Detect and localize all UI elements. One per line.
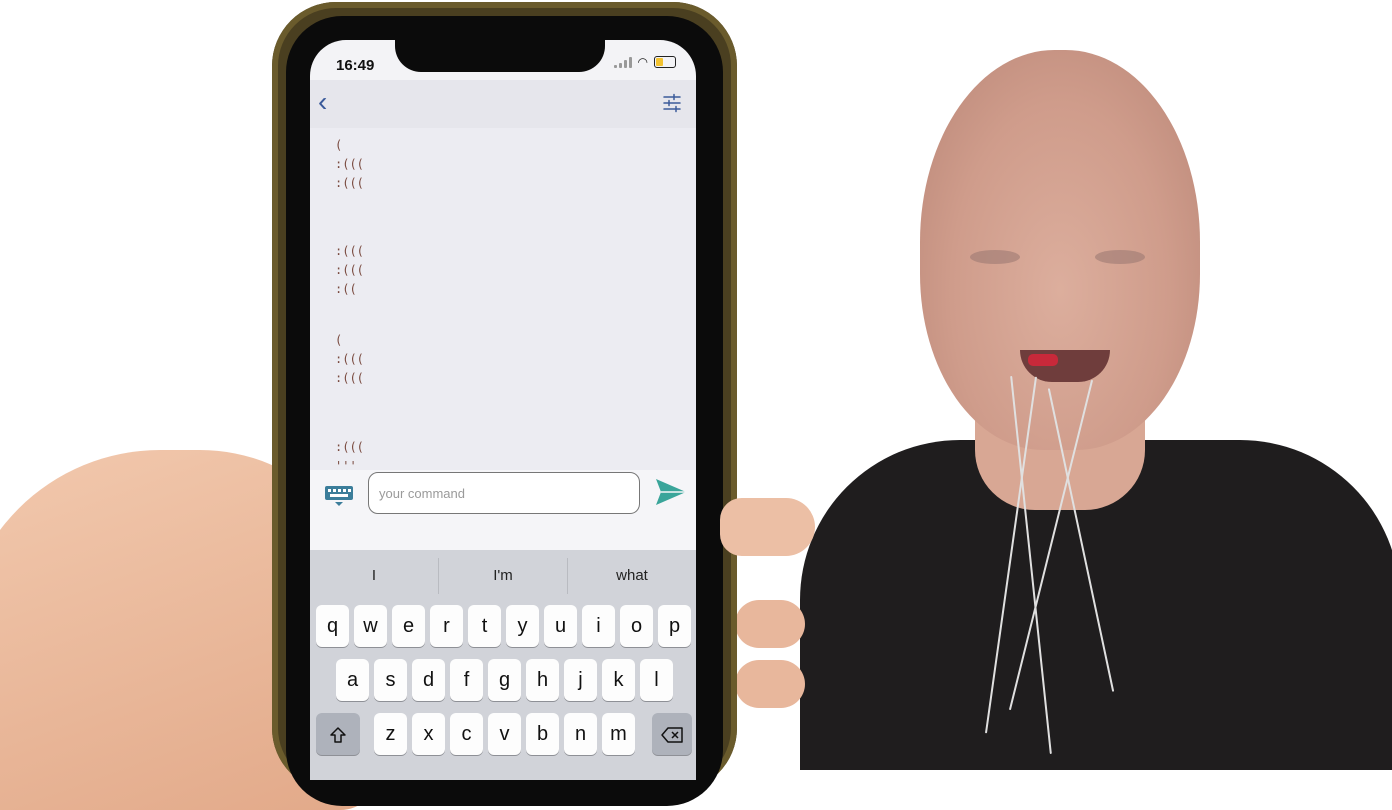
key[interactable]: d: [412, 659, 445, 701]
send-icon[interactable]: [655, 478, 687, 506]
person-eye: [970, 250, 1020, 264]
keyboard-toggle-icon[interactable]: [324, 485, 354, 507]
key[interactable]: s: [374, 659, 407, 701]
key[interactable]: h: [526, 659, 559, 701]
key[interactable]: z: [374, 713, 407, 755]
keyboard: I I'm what q w e r t y u i o p a s d f g…: [310, 550, 696, 780]
key[interactable]: a: [336, 659, 369, 701]
settings-sliders-icon[interactable]: [662, 93, 682, 113]
backspace-key[interactable]: [652, 713, 692, 755]
key[interactable]: g: [488, 659, 521, 701]
thumb: [720, 498, 815, 556]
key[interactable]: u: [544, 605, 577, 647]
key[interactable]: i: [582, 605, 615, 647]
key[interactable]: l: [640, 659, 673, 701]
key[interactable]: v: [488, 713, 521, 755]
key[interactable]: x: [412, 713, 445, 755]
key[interactable]: o: [620, 605, 653, 647]
message: ( :((( :(((: [335, 333, 364, 385]
key[interactable]: b: [526, 713, 559, 755]
phone-screen: 16:49 ◠ ‹ ( :((( :((( :((( :((( :(( ( :(…: [310, 40, 696, 780]
status-icons: ◠: [613, 55, 676, 69]
key[interactable]: j: [564, 659, 597, 701]
key[interactable]: q: [316, 605, 349, 647]
finger: [735, 600, 805, 648]
key[interactable]: p: [658, 605, 691, 647]
key[interactable]: c: [450, 713, 483, 755]
wifi-icon: ◠: [637, 55, 648, 69]
message: ( :((( :(((: [335, 138, 364, 190]
key[interactable]: y: [506, 605, 539, 647]
person-mouth: [1020, 350, 1110, 382]
key[interactable]: f: [450, 659, 483, 701]
nav-bar: ‹: [310, 80, 696, 128]
composer: [310, 470, 696, 550]
suggestion-item[interactable]: what: [568, 558, 696, 594]
person-head: [920, 50, 1200, 450]
suggestion-bar: I I'm what: [310, 558, 696, 594]
signal-icon: [613, 56, 632, 68]
key[interactable]: e: [392, 605, 425, 647]
message-list: ( :((( :((( :((( :((( :(( ( :((( :((( :(…: [310, 128, 696, 473]
status-time: 16:49: [336, 57, 375, 74]
finger: [735, 660, 805, 708]
suggestion-item[interactable]: I'm: [439, 558, 568, 594]
person-eye: [1095, 250, 1145, 264]
battery-icon: [654, 56, 676, 68]
key[interactable]: r: [430, 605, 463, 647]
key[interactable]: n: [564, 713, 597, 755]
command-input[interactable]: [368, 472, 640, 514]
key[interactable]: m: [602, 713, 635, 755]
background-person: [760, 40, 1392, 770]
key[interactable]: w: [354, 605, 387, 647]
key[interactable]: k: [602, 659, 635, 701]
notch: [395, 40, 605, 72]
back-chevron-icon[interactable]: ‹: [318, 88, 327, 116]
suggestion-item[interactable]: I: [310, 558, 439, 594]
message: :((( :((( :((: [335, 244, 364, 296]
shift-icon: [330, 727, 346, 743]
key[interactable]: t: [468, 605, 501, 647]
backspace-icon: [661, 727, 683, 743]
shift-key[interactable]: [316, 713, 360, 755]
